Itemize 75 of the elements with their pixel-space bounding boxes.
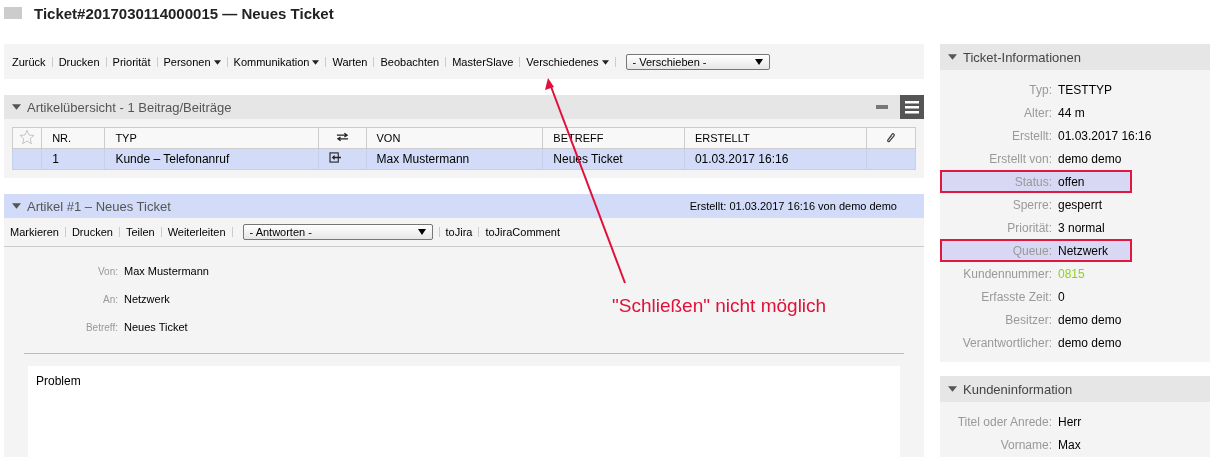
collapse-icon[interactable] <box>948 386 957 392</box>
info-label: Titel oder Anrede: <box>956 414 1052 429</box>
column-header[interactable]: VON <box>366 127 543 149</box>
reply-select[interactable]: - Antworten - <box>242 224 433 240</box>
column-header[interactable]: ERSTELLT <box>684 127 867 149</box>
panel-title: Ticket-Informationen <box>963 49 1081 65</box>
toolbar-link[interactable]: Verschiedenes <box>526 55 609 68</box>
info-label: Erstellt: <box>1011 128 1052 143</box>
collapse-icon[interactable] <box>948 54 957 60</box>
info-value: demo demo <box>1058 312 1123 327</box>
body-text: Problem <box>28 366 900 457</box>
field-value: Netzwerk <box>124 293 170 305</box>
ticket-icon <box>4 7 22 19</box>
created-info: Erstellt: 01.03.2017 16:16 von demo demo <box>689 200 897 212</box>
info-label: Priorität: <box>1006 220 1052 235</box>
panel-title: Artikel #1 – Neues Ticket <box>27 198 171 214</box>
info-value: demo demo <box>1058 335 1123 350</box>
info-value: offen <box>1058 174 1086 189</box>
article-action-link[interactable]: Drucken <box>71 226 113 238</box>
info-label: Status: <box>1013 174 1052 189</box>
dropdown-arrow-icon <box>754 58 763 65</box>
toolbar-link[interactable]: Warten <box>332 55 368 68</box>
info-label: Kundennummer: <box>962 266 1052 281</box>
article-action-link[interactable]: toJira <box>445 226 473 238</box>
info-value: gesperrt <box>1058 197 1104 212</box>
star-icon[interactable] <box>19 129 35 145</box>
page-title: Ticket#2017030114000015 — Neues Ticket <box>34 4 334 22</box>
move-select[interactable]: - Verschieben - <box>625 53 770 70</box>
field-value: Neues Ticket <box>124 321 188 333</box>
panel-title: Kundeninformation <box>963 381 1073 397</box>
info-label: Queue: <box>1011 243 1052 258</box>
toolbar-link[interactable]: Priorität <box>112 55 151 68</box>
article-action-link[interactable]: Teilen <box>125 226 155 238</box>
toolbar-link[interactable]: Personen <box>163 55 221 68</box>
field-label: An: <box>102 293 118 305</box>
info-value: Netzwerk <box>1058 243 1109 258</box>
table-cell: Kunde – Telefonanruf <box>104 148 319 170</box>
annotation-text: "Schließen" nicht möglich <box>612 295 827 317</box>
info-value: 01.03.2017 16:16 <box>1058 128 1152 143</box>
info-value: 3 normal <box>1058 220 1106 235</box>
article-action-link[interactable]: Markieren <box>10 226 59 238</box>
info-value: demo demo <box>1058 151 1123 166</box>
toolbar-link[interactable]: Drucken <box>58 55 100 68</box>
info-label: Besitzer: <box>1004 312 1052 327</box>
info-value: 0 <box>1058 289 1066 304</box>
toolbar-link[interactable]: MasterSlave <box>452 55 514 68</box>
article-action-link[interactable]: toJiraComment <box>485 226 560 238</box>
collapse-icon[interactable] <box>12 104 21 110</box>
collapse-icon[interactable] <box>12 203 21 209</box>
article-action-link[interactable]: Weiterleiten <box>167 226 226 238</box>
toolbar-link[interactable]: Kommunikation <box>233 55 320 68</box>
toolbar-link[interactable]: Zurück <box>12 55 46 68</box>
info-label: Erstellt von: <box>988 151 1052 166</box>
column-header[interactable]: NR. <box>41 127 105 149</box>
exchange-icon <box>335 132 349 142</box>
info-value: 44 m <box>1058 105 1086 120</box>
field-value: Max Mustermann <box>124 265 209 277</box>
menu-icon[interactable] <box>900 95 924 119</box>
field-label: Betreff: <box>84 321 118 333</box>
info-value: Max <box>1058 437 1082 452</box>
info-label: Vorname: <box>999 437 1052 452</box>
toolbar-link[interactable]: Beobachten <box>380 55 440 68</box>
info-value: TESTTYP <box>1058 82 1113 97</box>
column-header[interactable]: TYP <box>104 127 319 149</box>
info-label: Sperre: <box>1011 197 1052 212</box>
info-label: Alter: <box>1023 105 1052 120</box>
paperclip-icon <box>886 131 896 143</box>
info-label: Verantwortlicher: <box>961 335 1052 350</box>
panel-title: Artikelübersicht - 1 Beitrag/Beiträge <box>27 99 232 115</box>
dropdown-arrow-icon <box>417 229 426 235</box>
field-label: Von: <box>96 265 118 277</box>
info-label: Erfasste Zeit: <box>980 289 1052 304</box>
info-label: Typ: <box>1028 82 1052 97</box>
info-value: Herr <box>1058 414 1083 429</box>
incoming-icon <box>329 152 343 163</box>
